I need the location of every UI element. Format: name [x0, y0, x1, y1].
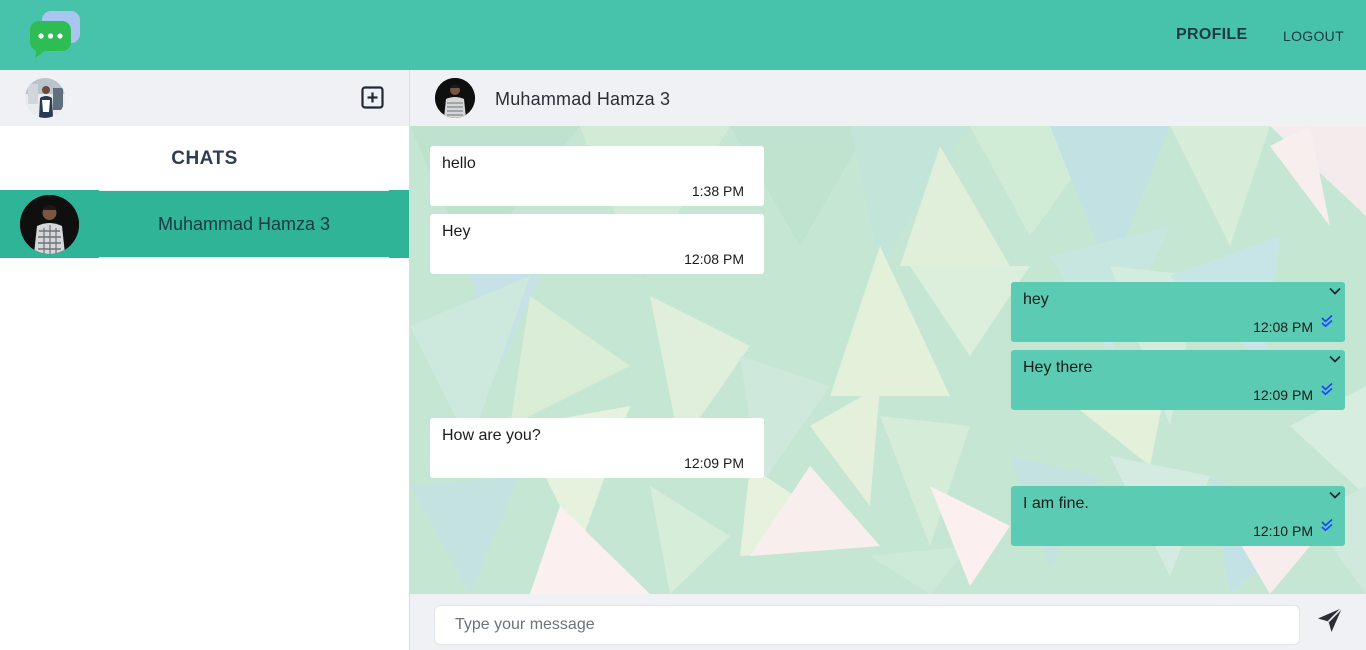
divider: [99, 257, 389, 258]
sidebar: CHATS Muhammad Hamza 3: [0, 70, 410, 650]
incoming-message[interactable]: hello 1:38 PM: [430, 146, 764, 206]
logout-link[interactable]: LOGOUT: [1283, 28, 1344, 44]
message-text: I am fine.: [1023, 495, 1089, 512]
plus-square-icon[interactable]: [361, 86, 384, 109]
conversation-title: Muhammad Hamza 3: [495, 89, 671, 109]
sidebar-header: [0, 70, 409, 126]
outgoing-message[interactable]: Hey there 12:09 PM: [1011, 350, 1345, 410]
conversation-header: Muhammad Hamza 3: [410, 70, 1366, 126]
chat-bubbles-logo-icon[interactable]: [28, 10, 82, 60]
outgoing-message[interactable]: hey 12:08 PM: [1011, 282, 1345, 342]
contact-avatar[interactable]: [435, 78, 475, 118]
message-time: 12:08 PM: [684, 251, 744, 267]
message-text: hey: [1023, 291, 1049, 308]
incoming-message[interactable]: How are you? 12:09 PM: [430, 418, 764, 478]
message-text: Hey: [442, 223, 471, 240]
top-navbar: PROFILE LOGOUT: [0, 0, 1366, 70]
message-text: hello: [442, 155, 476, 172]
chevron-down-icon[interactable]: [1329, 287, 1341, 295]
divider: [99, 190, 389, 191]
message-text: Hey there: [1023, 359, 1093, 376]
message-time: 12:10 PM: [1253, 523, 1313, 539]
message-composer: [410, 594, 1366, 650]
outgoing-message[interactable]: I am fine. 12:10 PM: [1011, 486, 1345, 546]
double-check-icon: [1321, 383, 1333, 395]
chat-list-item[interactable]: Muhammad Hamza 3: [0, 190, 409, 258]
message-list[interactable]: hello 1:38 PM Hey 12:08 PM hey 12:08 PM …: [410, 126, 1366, 594]
profile-link[interactable]: PROFILE: [1176, 26, 1247, 44]
message-time: 12:09 PM: [684, 455, 744, 471]
message-time: 12:09 PM: [1253, 387, 1313, 403]
double-check-icon: [1321, 315, 1333, 327]
message-time: 12:08 PM: [1253, 319, 1313, 335]
user-avatar[interactable]: [25, 78, 65, 118]
chevron-down-icon[interactable]: [1329, 491, 1341, 499]
message-time: 1:38 PM: [691, 183, 744, 199]
send-arrow-icon[interactable]: [1316, 606, 1344, 634]
message-input[interactable]: [434, 605, 1300, 645]
chevron-down-icon[interactable]: [1329, 355, 1341, 363]
double-check-icon: [1321, 519, 1333, 531]
message-text: How are you?: [442, 427, 541, 444]
contact-avatar: [20, 195, 79, 254]
chats-heading: CHATS: [171, 148, 238, 169]
incoming-message[interactable]: Hey 12:08 PM: [430, 214, 764, 274]
chat-list-item-name: Muhammad Hamza 3: [157, 214, 331, 234]
